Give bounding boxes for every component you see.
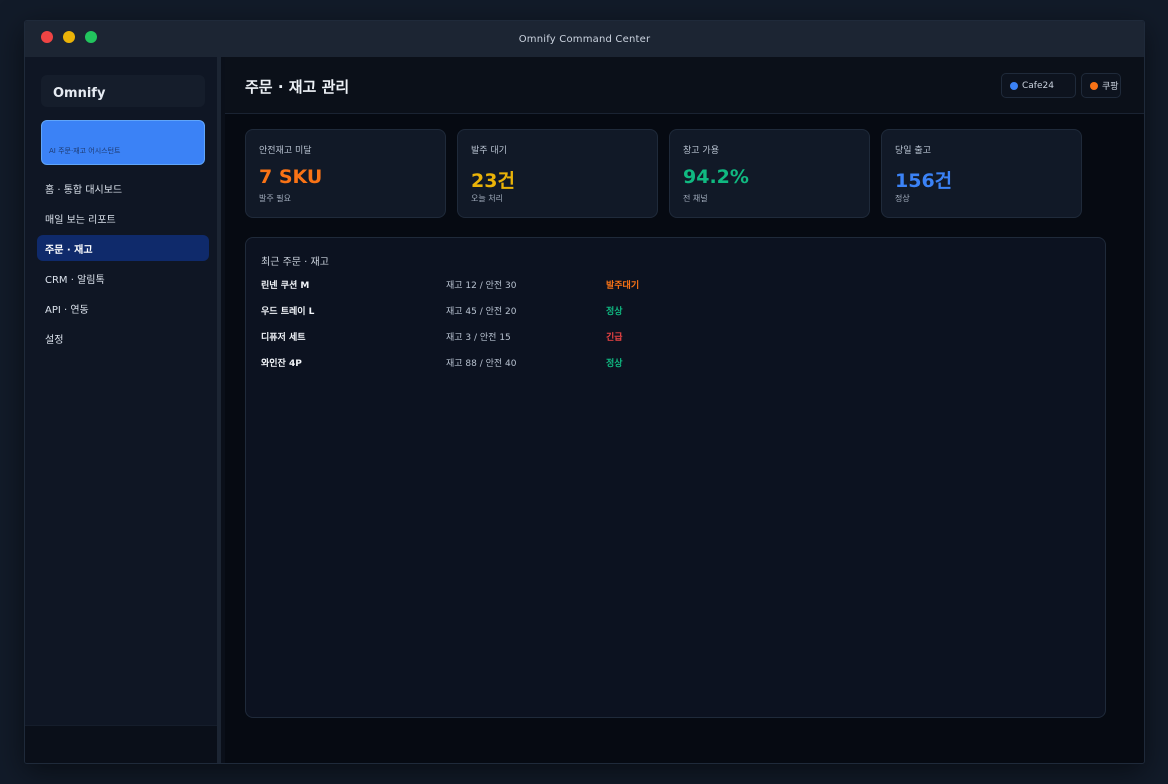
kpi-title: 발주 대기 [471, 146, 507, 156]
kpi-subtitle: 발주 필요 [259, 194, 291, 203]
sidebar-item-orders-inventory[interactable]: 주문 · 재고 [37, 235, 209, 261]
sidebar-footer [25, 725, 217, 763]
status-badge: 긴급 [606, 333, 623, 343]
channel-chip-cafe24[interactable]: Cafe24 [1001, 73, 1076, 98]
kpi-value: 23건 [471, 170, 515, 192]
kpi-value: 156건 [895, 170, 953, 192]
sidebar: Omnify AI 주문·재고 어시스턴트 홈 · 통합 대시보드 매일 보는 … [25, 57, 221, 763]
sidebar-item-settings[interactable]: 설정 [37, 325, 209, 351]
brand-logo[interactable]: Omnify [41, 75, 205, 107]
brand-name: Omnify [53, 85, 106, 101]
kpi-title: 창고 가용 [683, 146, 719, 156]
kpi-card-same-day-shipping[interactable]: 당일 출고 156건 정상 [881, 129, 1082, 218]
kpi-value: 7 SKU [259, 166, 323, 188]
window-controls [41, 31, 97, 43]
kpi-subtitle: 오늘 처리 [471, 194, 503, 203]
title-bar: Omnify Command Center [25, 21, 1144, 57]
product-name: 와인잔 4P [261, 359, 302, 369]
main-content: 주문 · 재고 관리 Cafe24 쿠팡 안전재고 미달 7 SKU 발주 필요… [225, 57, 1144, 763]
status-badge: 정상 [606, 307, 623, 317]
product-name: 디퓨저 세트 [261, 333, 306, 343]
sidebar-item-reports[interactable]: 매일 보는 리포트 [37, 205, 209, 231]
inventory-row[interactable]: 와인잔 4P 재고 88 / 안전 40 정상 [261, 356, 1091, 372]
kpi-card-warehouse-capacity[interactable]: 창고 가용 94.2% 전 채널 [669, 129, 870, 218]
product-name: 린넨 쿠션 M [261, 281, 310, 291]
app-window: Omnify Command Center Omnify AI 주문·재고 어시… [24, 20, 1145, 764]
assistant-card[interactable]: AI 주문·재고 어시스턴트 [41, 120, 205, 165]
kpi-subtitle: 전 채널 [683, 194, 708, 203]
status-badge: 발주대기 [606, 281, 640, 291]
minimize-window-button[interactable] [63, 31, 75, 43]
kpi-value: 94.2% [683, 166, 749, 188]
kpi-subtitle: 정상 [895, 194, 910, 203]
page-header: 주문 · 재고 관리 Cafe24 쿠팡 [225, 57, 1144, 114]
stock-level: 재고 88 / 안전 40 [446, 359, 517, 369]
channel-label: 쿠팡 [1102, 82, 1119, 92]
assistant-card-label: AI 주문·재고 어시스턴트 [49, 147, 121, 155]
channel-dot-icon [1090, 81, 1098, 90]
close-window-button[interactable] [41, 31, 53, 43]
panel-title: 최근 주문 · 재고 [261, 257, 329, 268]
maximize-window-button[interactable] [85, 31, 97, 43]
stock-level: 재고 45 / 안전 20 [446, 307, 517, 317]
stock-level: 재고 3 / 안전 15 [446, 333, 511, 343]
channel-chip-coupang[interactable]: 쿠팡 [1081, 73, 1121, 98]
channel-dot-icon [1010, 81, 1018, 90]
kpi-title: 당일 출고 [895, 146, 931, 156]
stock-level: 재고 12 / 안전 30 [446, 281, 517, 291]
sidebar-item-crm[interactable]: CRM · 알림톡 [37, 265, 209, 291]
kpi-card-safety-stock[interactable]: 안전재고 미달 7 SKU 발주 필요 [245, 129, 446, 218]
page-title: 주문 · 재고 관리 [245, 78, 350, 96]
window-title: Omnify Command Center [518, 33, 651, 45]
sidebar-nav: 홈 · 통합 대시보드 매일 보는 리포트 주문 · 재고 CRM · 알림톡 … [37, 175, 209, 355]
product-name: 우드 트레이 L [261, 307, 315, 317]
status-badge: 정상 [606, 359, 623, 369]
channel-label: Cafe24 [1022, 80, 1054, 91]
inventory-row[interactable]: 린넨 쿠션 M 재고 12 / 안전 30 발주대기 [261, 278, 1091, 294]
kpi-title: 안전재고 미달 [259, 146, 312, 156]
sidebar-item-api[interactable]: API · 연동 [37, 295, 209, 321]
recent-orders-panel: 최근 주문 · 재고 린넨 쿠션 M 재고 12 / 안전 30 발주대기 우드… [245, 237, 1106, 718]
sidebar-item-dashboard[interactable]: 홈 · 통합 대시보드 [37, 175, 209, 201]
kpi-card-pending-orders[interactable]: 발주 대기 23건 오늘 처리 [457, 129, 658, 218]
inventory-row[interactable]: 디퓨저 세트 재고 3 / 안전 15 긴급 [261, 330, 1091, 346]
inventory-row[interactable]: 우드 트레이 L 재고 45 / 안전 20 정상 [261, 304, 1091, 320]
